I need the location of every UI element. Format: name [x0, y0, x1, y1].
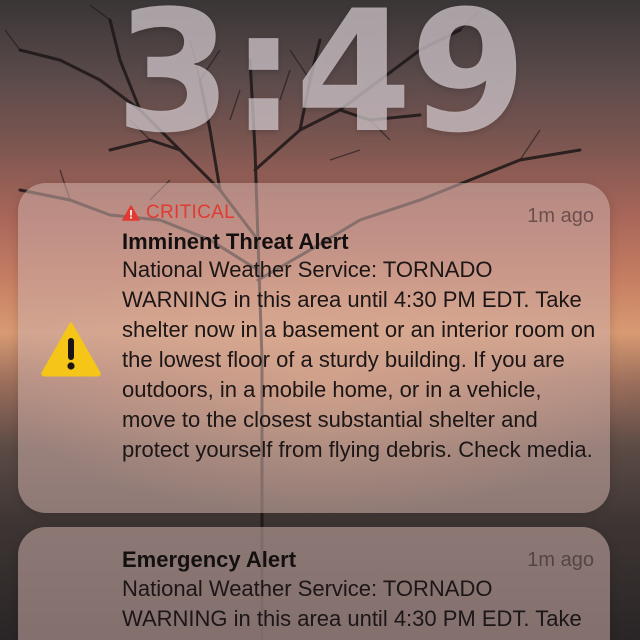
notification-time: 1m ago	[527, 205, 594, 227]
critical-label: CRITICAL	[146, 202, 235, 223]
lock-screen-clock: 3:49	[115, 0, 527, 170]
critical-warning-icon	[122, 205, 140, 221]
emergency-alert-notification[interactable]: 1m ago Emergency Alert National Weather …	[18, 527, 610, 640]
notification-time: 1m ago	[527, 549, 594, 571]
critical-badge: CRITICAL	[122, 202, 235, 224]
critical-alert-notification[interactable]: CRITICAL 1m ago Imminent Threat Alert Na…	[18, 183, 610, 513]
warning-triangle-icon	[41, 322, 101, 377]
notification-body: National Weather Service: TORNADO WARNIN…	[122, 257, 596, 462]
notification-title: Imminent Threat Alert	[122, 229, 349, 254]
notification-body: National Weather Service: TORNADO WARNIN…	[122, 576, 582, 640]
notification-title: Emergency Alert	[122, 547, 297, 572]
